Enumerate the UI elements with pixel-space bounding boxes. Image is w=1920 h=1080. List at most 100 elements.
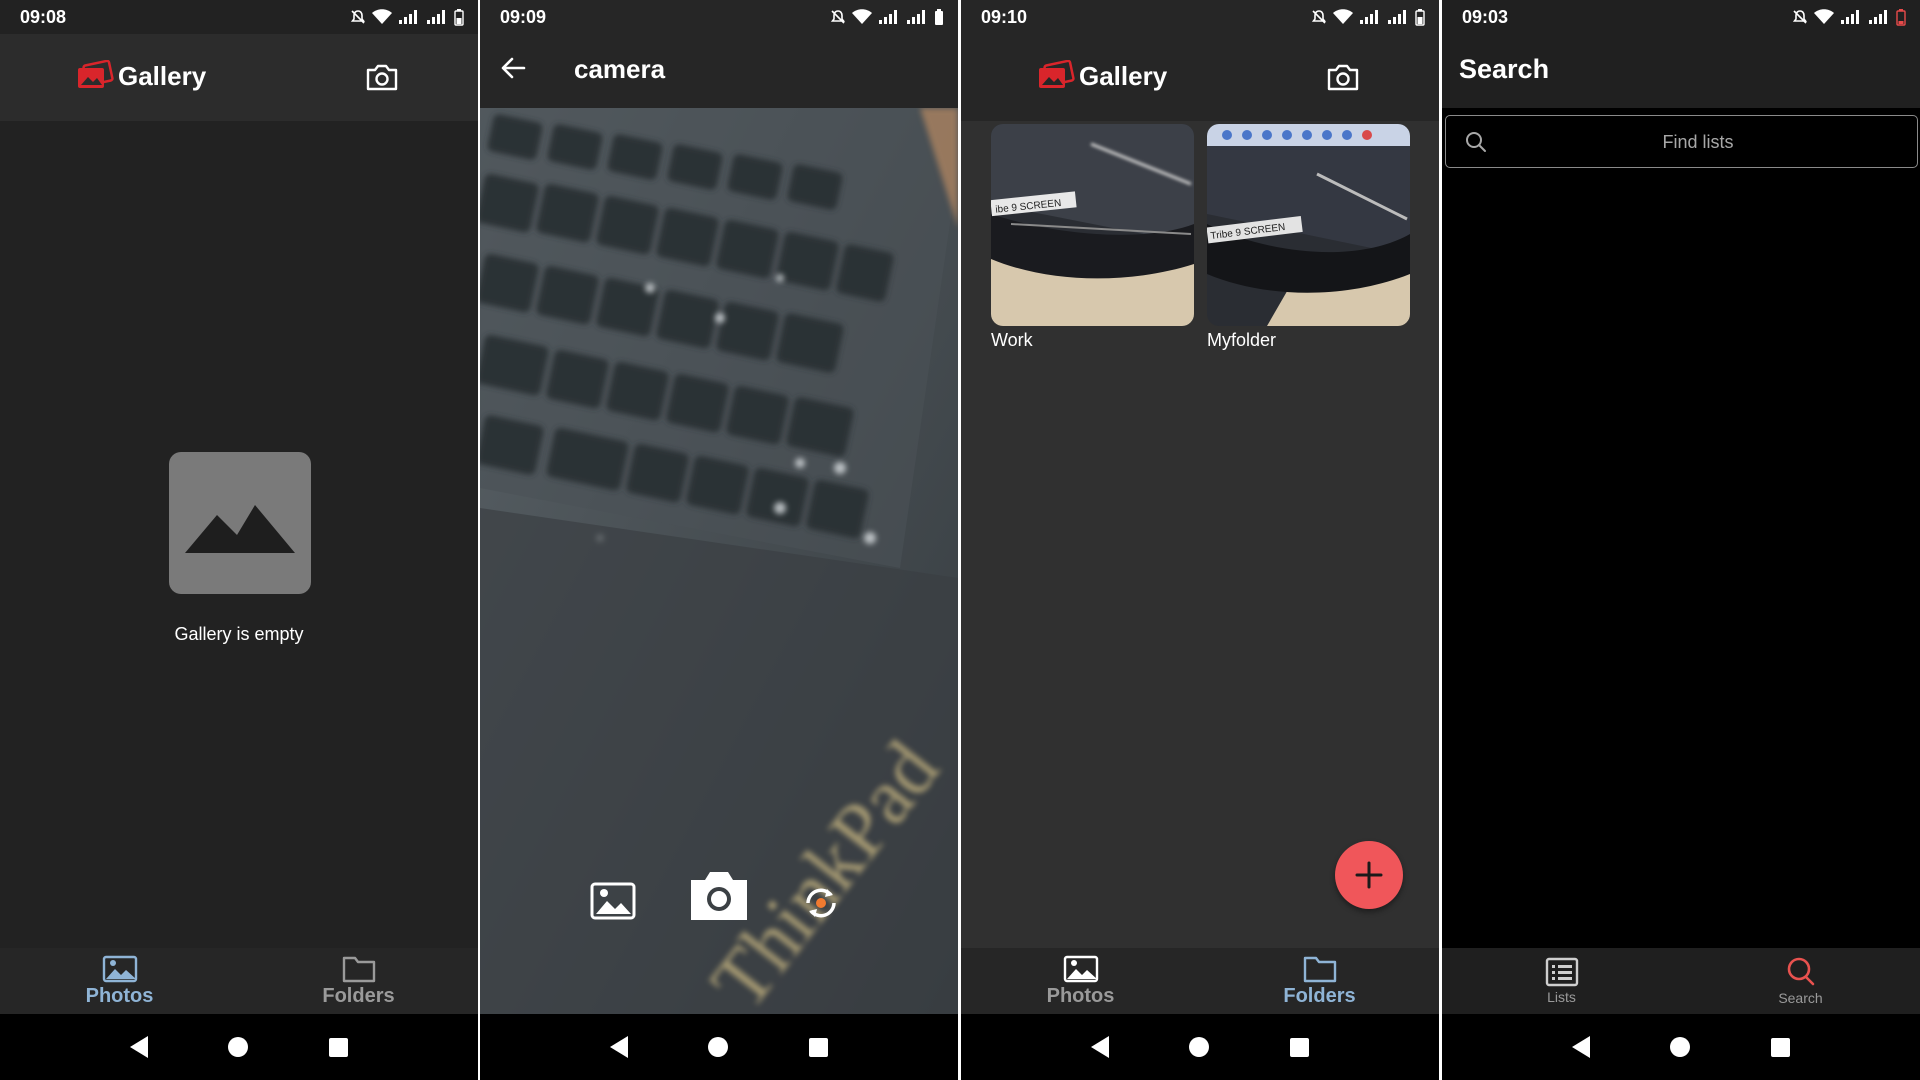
gallery-logo-icon <box>1039 60 1075 88</box>
search-icon <box>1466 132 1486 152</box>
system-home-button[interactable] <box>228 1037 249 1057</box>
battery-icon <box>454 8 464 26</box>
app-title: Gallery <box>118 60 207 91</box>
tab-folders-label: Folders <box>322 984 395 1007</box>
mute-icon <box>1792 10 1808 24</box>
empty-gallery-message: Gallery is empty <box>174 624 304 644</box>
system-back-button[interactable] <box>1572 1036 1591 1058</box>
switch-camera-button[interactable] <box>800 882 842 929</box>
system-home-button[interactable] <box>1670 1037 1691 1057</box>
tab-photos-label: Photos <box>1046 984 1115 1007</box>
battery-icon <box>935 8 943 25</box>
tab-photos[interactable]: Photos <box>961 948 1200 1014</box>
system-nav-bar <box>0 1014 478 1080</box>
system-nav-bar <box>1442 1014 1920 1080</box>
arrow-left-icon <box>501 57 526 79</box>
tab-photos-label: Photos <box>85 984 154 1007</box>
tab-search-label: Search <box>1778 990 1823 1006</box>
app-bar: camera <box>480 34 958 108</box>
app-bar: Gallery <box>0 34 478 121</box>
gallery-icon <box>590 882 636 920</box>
folder-thumbnail: Tribe 9 SCREEN <box>1207 124 1410 326</box>
system-back-button[interactable] <box>130 1036 149 1058</box>
folder-card-myfolder[interactable]: Tribe 9 SCREEN Myfolder <box>1207 124 1410 351</box>
photos-icon <box>1063 955 1098 982</box>
system-nav-bar <box>480 1014 958 1080</box>
search-screen: 09:03 Search Lists Search <box>1442 0 1920 1080</box>
capture-button[interactable] <box>687 868 751 929</box>
camera-screen: 09:09 camera ThinkPad <box>480 0 958 1080</box>
status-bar: 09:03 <box>1442 0 1920 34</box>
camera-button[interactable] <box>1325 60 1361 94</box>
back-button[interactable] <box>500 56 526 85</box>
app-bar: Search <box>1442 34 1920 108</box>
status-time: 09:10 <box>981 6 1028 27</box>
open-gallery-button[interactable] <box>590 882 636 925</box>
plus-icon <box>1355 861 1383 889</box>
app-bar: Gallery <box>961 34 1439 121</box>
camera-icon <box>366 64 398 91</box>
wifi-icon <box>1814 9 1834 24</box>
system-nav-bar <box>961 1014 1439 1080</box>
status-icons <box>1792 8 1906 26</box>
battery-low-icon <box>1896 8 1906 26</box>
system-recents-button[interactable] <box>328 1037 348 1057</box>
search-icon <box>1787 957 1814 986</box>
tab-lists[interactable]: Lists <box>1442 948 1681 1014</box>
bottom-nav: Photos Folders <box>0 948 478 1014</box>
page-title: Search <box>1459 54 1550 84</box>
gallery-logo-title: Gallery <box>1037 60 1167 92</box>
tab-folders-label: Folders <box>1283 984 1356 1007</box>
system-recents-button[interactable] <box>1289 1037 1309 1057</box>
system-home-button[interactable] <box>1189 1037 1210 1057</box>
gallery-folders-screen: 09:10 Gallery ibe 9 SCREEN Work Tribe 9 … <box>961 0 1439 1080</box>
signal-icon <box>907 10 925 24</box>
app-title: Gallery <box>1079 60 1168 91</box>
tab-search[interactable]: Search <box>1681 948 1920 1014</box>
status-time: 09:03 <box>1462 6 1509 27</box>
bottom-nav: Photos Folders <box>961 948 1439 1014</box>
gallery-logo-icon <box>78 60 114 88</box>
photos-icon <box>102 955 137 982</box>
status-time: 09:08 <box>20 6 67 27</box>
wifi-icon <box>372 9 392 24</box>
folder-icon <box>1303 956 1336 982</box>
signal-icon <box>1388 10 1406 24</box>
tab-folders[interactable]: Folders <box>239 948 478 1014</box>
signal-icon <box>879 10 897 24</box>
flip-camera-icon <box>806 888 836 918</box>
wifi-icon <box>1333 9 1353 24</box>
add-folder-button[interactable] <box>1335 841 1403 909</box>
page-title: camera <box>574 54 666 84</box>
gallery-logo-title: Gallery <box>76 60 206 92</box>
status-bar: 09:10 <box>961 0 1439 34</box>
folder-name: Myfolder <box>1207 330 1277 350</box>
status-icons <box>830 8 944 26</box>
system-home-button[interactable] <box>708 1037 729 1057</box>
system-back-button[interactable] <box>1091 1036 1110 1058</box>
mute-icon <box>350 10 366 24</box>
system-recents-button[interactable] <box>1770 1037 1790 1057</box>
gallery-empty-screen: 09:08 Gallery Gallery is empty Photos Fo… <box>0 0 478 1080</box>
folder-card-work[interactable]: ibe 9 SCREEN Work <box>991 124 1194 351</box>
signal-icon <box>1841 10 1859 24</box>
search-input[interactable] <box>1496 116 1900 169</box>
wifi-icon <box>852 9 872 24</box>
camera-controls <box>480 864 958 934</box>
status-icons <box>1311 8 1425 26</box>
signal-icon <box>427 10 445 24</box>
status-icons <box>350 8 464 26</box>
tab-folders[interactable]: Folders <box>1200 948 1439 1014</box>
list-icon <box>1545 957 1578 987</box>
system-recents-button[interactable] <box>808 1037 828 1057</box>
signal-icon <box>399 10 417 24</box>
signal-icon <box>1360 10 1378 24</box>
folder-thumbnail: ibe 9 SCREEN <box>991 124 1194 326</box>
camera-icon <box>1327 64 1359 91</box>
camera-button[interactable] <box>364 60 400 94</box>
system-back-button[interactable] <box>610 1036 629 1058</box>
bottom-nav: Lists Search <box>1442 948 1920 1014</box>
tab-photos[interactable]: Photos <box>0 948 239 1014</box>
search-field[interactable] <box>1445 115 1918 169</box>
tab-lists-label: Lists <box>1547 989 1576 1005</box>
